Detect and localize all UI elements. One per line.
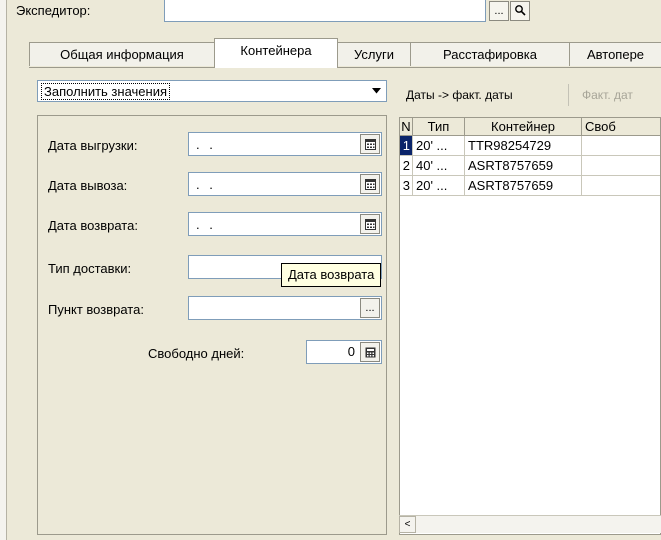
- scroll-left-icon[interactable]: <: [399, 516, 416, 533]
- column-header-n[interactable]: N: [400, 118, 413, 136]
- column-header-type[interactable]: Тип: [413, 118, 465, 136]
- forwarder-select-button[interactable]: ...: [489, 1, 509, 21]
- forwarder-search-button[interactable]: [510, 1, 530, 21]
- table-row-number[interactable]: 1: [400, 136, 413, 156]
- table-cell-type[interactable]: 20' ...: [413, 176, 465, 196]
- export-date-value: . .: [196, 177, 216, 192]
- window-left-edge: [0, 0, 7, 540]
- forwarder-label: Экспедитор:: [16, 3, 91, 18]
- tab-strip-line: [29, 67, 661, 68]
- calendar-icon[interactable]: [360, 134, 380, 154]
- tab-services[interactable]: Услуги: [337, 42, 411, 66]
- table-cell-container[interactable]: TTR98254729: [465, 136, 582, 156]
- tab-general-info[interactable]: Общая информация: [29, 42, 215, 66]
- column-header-free[interactable]: Своб: [582, 118, 660, 136]
- unload-date-field[interactable]: . .: [188, 132, 382, 156]
- fill-values-dropdown[interactable]: Заполнить значения: [37, 80, 387, 102]
- tab-auto-transport[interactable]: Автопере: [569, 42, 661, 66]
- fact-dates-button[interactable]: Факт. дат: [582, 88, 633, 102]
- free-days-label: Свободно дней:: [148, 346, 245, 361]
- tooltip: Дата возврата: [281, 263, 382, 287]
- table-row-number[interactable]: 2: [400, 156, 413, 176]
- return-point-label: Пункт возврата:: [48, 302, 144, 317]
- table-cell-type[interactable]: 40' ...: [413, 156, 465, 176]
- table-cell-free[interactable]: [582, 176, 660, 196]
- chevron-down-icon[interactable]: [368, 83, 384, 99]
- forwarder-input[interactable]: [164, 0, 486, 22]
- dates-panel: Дата выгрузки: . . Дата вывоза: . . Дата…: [37, 115, 387, 535]
- export-date-label: Дата вывоза:: [48, 178, 128, 193]
- unload-date-label: Дата выгрузки:: [48, 138, 138, 153]
- calendar-icon[interactable]: [360, 214, 380, 234]
- table-cell-type[interactable]: 20' ...: [413, 136, 465, 156]
- return-date-label: Дата возврата:: [48, 218, 138, 233]
- search-icon: [514, 4, 526, 19]
- table-cell-container[interactable]: ASRT8757659: [465, 156, 582, 176]
- containers-table[interactable]: N Тип Контейнер Своб 1 20' ... TTR982547…: [399, 117, 661, 535]
- free-days-value: 0: [347, 344, 355, 359]
- table-horizontal-scrollbar[interactable]: <: [399, 515, 661, 533]
- table-cell-container[interactable]: ASRT8757659: [465, 176, 582, 196]
- export-date-field[interactable]: . .: [188, 172, 382, 196]
- calculator-icon[interactable]: [360, 342, 380, 362]
- return-point-select-button[interactable]: ...: [360, 298, 380, 318]
- tab-containers[interactable]: Контейнера: [214, 38, 338, 68]
- free-days-field[interactable]: 0: [306, 340, 382, 364]
- tab-unstuffing[interactable]: Расстафировка: [410, 42, 570, 66]
- return-point-field[interactable]: ...: [188, 296, 382, 320]
- return-date-field[interactable]: . .: [188, 212, 382, 236]
- calendar-icon[interactable]: [360, 174, 380, 194]
- unload-date-value: . .: [196, 137, 216, 152]
- column-header-container[interactable]: Контейнер: [465, 118, 582, 136]
- table-row-number[interactable]: 3: [400, 176, 413, 196]
- dates-to-fact-button[interactable]: Даты -> факт. даты: [406, 88, 513, 102]
- delivery-type-label: Тип доставки:: [48, 261, 132, 276]
- fill-values-label: Заполнить значения: [41, 83, 170, 100]
- table-cell-free[interactable]: [582, 156, 660, 176]
- table-cell-free[interactable]: [582, 136, 660, 156]
- toolbar-separator: [568, 84, 569, 106]
- return-date-value: . .: [196, 217, 216, 232]
